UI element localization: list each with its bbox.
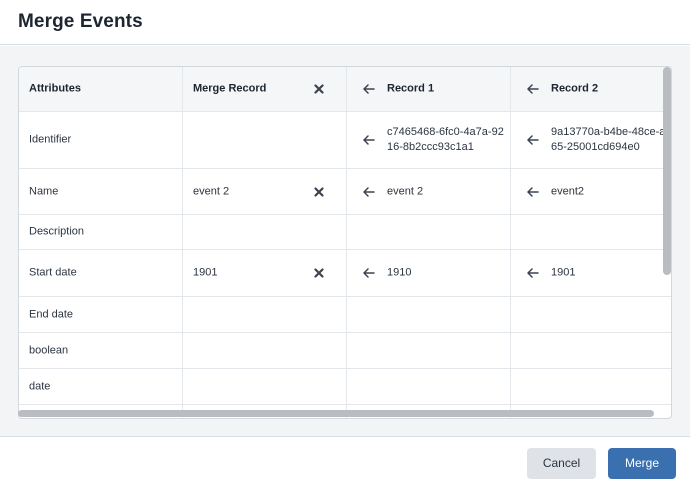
attribute-label: Start date <box>29 266 77 279</box>
clear-x-icon[interactable] <box>314 186 324 197</box>
clear-x-icon[interactable] <box>314 268 324 278</box>
record-2-cell: 1901 <box>511 250 671 296</box>
record-2-cell <box>511 333 671 368</box>
record-1-value: c7465468-6fc0-4a7a-9216-8b2ccc93c1a1 <box>387 126 504 153</box>
merge-value: 1901 <box>193 266 218 279</box>
merge-value-cell[interactable] <box>183 215 347 249</box>
arrow-left-icon[interactable] <box>363 186 375 197</box>
attribute-cell: Identifier <box>19 112 183 168</box>
merge-value-cell[interactable] <box>183 112 347 168</box>
record-2-cell <box>511 369 671 404</box>
table-row-identifier: Identifier c7465468-6fc0-4a7a-9216-8b2cc… <box>19 112 671 169</box>
vertical-scrollbar[interactable] <box>663 67 671 275</box>
merge-value-cell[interactable]: 1901 <box>183 250 347 296</box>
attribute-label: End date <box>29 308 74 320</box>
modal-title: Merge Events <box>18 11 143 32</box>
record-1-cell <box>347 333 511 368</box>
clear-all-icon[interactable] <box>314 84 324 94</box>
table-row-date: date <box>19 369 671 405</box>
header-attributes-label: Attributes <box>29 82 81 95</box>
attribute-label: boolean <box>29 344 69 356</box>
header-record-1: Record 1 <box>347 67 511 111</box>
record-2-cell: event2 <box>511 169 671 214</box>
header-record-2: Record 2 <box>511 67 671 111</box>
attribute-label: Name <box>29 185 59 197</box>
cancel-button[interactable]: Cancel <box>527 448 596 479</box>
table-row-boolean: boolean <box>19 333 671 369</box>
record-2-value: 1901 <box>551 266 576 279</box>
use-record-1-arrow-icon[interactable] <box>363 84 375 94</box>
horizontal-scrollbar[interactable] <box>18 410 654 417</box>
record-2-value: 9a13770a-b4be-48ce-af65-25001cd694e0 <box>551 126 669 153</box>
merge-value-cell[interactable] <box>183 297 347 332</box>
record-1-cell: event 2 <box>347 169 511 214</box>
record-1-cell: 1910 <box>347 250 511 296</box>
header-record-1-label: Record 1 <box>387 82 435 95</box>
arrow-left-icon[interactable] <box>363 268 375 278</box>
header-attributes: Attributes <box>19 67 183 111</box>
record-1-cell <box>347 297 511 332</box>
merge-value-cell[interactable] <box>183 369 347 404</box>
attribute-cell: Description <box>19 215 183 249</box>
table-row-description: Description <box>19 215 671 250</box>
record-2-cell <box>511 215 671 249</box>
attribute-cell: End date <box>19 297 183 332</box>
merge-value-cell[interactable]: event 2 <box>183 169 347 214</box>
attribute-cell: Start date <box>19 250 183 296</box>
merge-table: Attributes Merge Record Record 1 Record … <box>18 66 672 419</box>
table-header-row: Attributes Merge Record Record 1 Record … <box>19 67 671 112</box>
attribute-cell: date <box>19 369 183 404</box>
record-1-value: 1910 <box>387 266 412 279</box>
table-row-name: Name event 2 event 2 event2 <box>19 169 671 215</box>
use-record-2-arrow-icon[interactable] <box>527 84 539 94</box>
header-merge-record: Merge Record <box>183 67 347 111</box>
record-2-cell <box>511 297 671 332</box>
arrow-left-icon[interactable] <box>527 186 539 197</box>
attribute-cell: boolean <box>19 333 183 368</box>
record-2-cell: 9a13770a-b4be-48ce-af65-25001cd694e0 <box>511 112 671 168</box>
arrow-left-icon[interactable] <box>527 135 539 145</box>
attribute-label: date <box>29 380 51 392</box>
attribute-cell: Name <box>19 169 183 214</box>
header-merge-record-label: Merge Record <box>193 82 267 95</box>
record-1-cell <box>347 215 511 249</box>
merge-value-cell[interactable] <box>183 333 347 368</box>
header-record-2-label: Record 2 <box>551 82 599 95</box>
record-2-value: event2 <box>551 185 585 197</box>
merge-value: event 2 <box>193 185 230 197</box>
arrow-left-icon[interactable] <box>363 135 375 145</box>
attribute-label: Description <box>29 225 85 238</box>
merge-button[interactable]: Merge <box>608 448 676 479</box>
record-1-cell <box>347 369 511 404</box>
table-row-start-date: Start date 1901 1910 1901 <box>19 250 671 297</box>
arrow-left-icon[interactable] <box>527 268 539 278</box>
table-row-end-date: End date <box>19 297 671 333</box>
attribute-label: Identifier <box>29 133 72 146</box>
record-1-value: event 2 <box>387 185 424 197</box>
record-1-cell: c7465468-6fc0-4a7a-9216-8b2ccc93c1a1 <box>347 112 511 168</box>
modal-header: Merge Events <box>0 0 690 45</box>
